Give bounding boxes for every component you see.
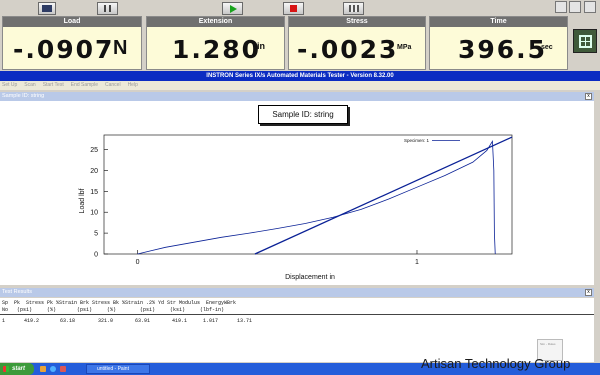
sample-panel-header: Sample ID: string x [0,92,594,101]
results-panel-header: Test Results x [0,288,594,297]
extension-readout-unit: in [257,41,265,51]
media-quicklaunch-icon[interactable] [60,366,66,372]
scale-tool-button[interactable] [38,2,56,15]
play-icon [229,4,237,13]
x-tick-label: 1 [415,259,419,266]
menu-cancel[interactable]: Cancel [105,81,121,90]
floating-popup-text: Sim - Rules [540,342,556,346]
stress-readout-title: Stress [289,17,425,27]
stress-readout-value: -.0023 [297,35,399,64]
load-displacement-chart: Load lbf Displacement in 0 5 10 15 20 25 0 1 Spe… [79,134,513,281]
instron-app-window: Load -.0907 N Extension 1.280 in Stress … [0,0,600,375]
results-divider [0,314,594,315]
stress-readout[interactable]: Stress -.0023 MPa [288,16,426,70]
cell-modulus: 1.017 [203,318,219,324]
y-axis-label: Load lbf [79,188,86,213]
help-icon-button[interactable] [555,1,567,13]
cell-strain-pk: 63.18 [60,318,76,324]
y-tick-label: 20 [90,168,98,175]
sample-panel-close-icon[interactable]: x [585,93,592,100]
y-tick-label: 10 [90,210,98,217]
settings-icon-button[interactable] [569,1,581,13]
table-row[interactable]: 1 419.2 63.18 321.0 63.91 419.1 1.017 13… [0,318,594,325]
time-readout-value: 396.5 [458,35,548,64]
time-readout[interactable]: Time 396.5 sec [429,16,568,70]
cell-specimen: 1 [2,318,6,324]
results-header-row-1: Sp Pk Stress Pk %Strain Brk Stress Bk %S… [2,300,237,306]
extension-readout[interactable]: Extension 1.280 in [146,16,285,70]
load-readout[interactable]: Load -.0907 N [2,16,142,70]
right-scroll-strip[interactable] [594,90,600,362]
load-readout-value: -.0907 [13,35,115,64]
load-readout-title: Load [3,17,141,27]
results-header-row-2: No (psi) (%) (psi) (%) (psi) (ksi) (lbf-… [2,307,225,313]
cell-yield: 419.1 [172,318,188,324]
return-icon [348,5,359,12]
series-line-modulus [254,136,513,255]
time-readout-unit: sec [541,44,553,51]
start-button[interactable]: start [0,363,34,375]
taskbar-app-label: untitled - Paint [97,366,129,372]
y-tick-label: 15 [90,189,98,196]
chart-pane: Sample ID: string Load lbf Displacement … [0,101,594,285]
browser-quicklaunch-icon[interactable] [50,366,56,372]
x-tick-label: 0 [136,259,140,266]
y-tick-label: 5 [94,231,98,238]
panel-toggle-button[interactable] [573,29,597,53]
y-tick-label: 0 [94,252,98,259]
extension-readout-title: Extension [147,17,284,27]
grid-panel-icon [579,35,592,48]
app-title-bar: INSTRON Series IX/s Automated Materials … [0,71,600,81]
start-test-button[interactable] [222,2,243,15]
results-panel-title: Test Results [2,289,32,295]
stop-test-button[interactable] [283,2,304,15]
menu-setup[interactable]: Set Up [2,81,17,90]
cell-energy: 13.71 [237,318,253,324]
results-panel-close-icon[interactable]: x [585,289,592,296]
taskbar-app-paint[interactable]: untitled - Paint [86,364,150,374]
windows-flag-icon [3,366,9,372]
menu-end-sample[interactable]: End Sample [71,81,98,90]
menu-bar: Set Up Scan Start Test End Sample Cancel… [0,81,600,90]
series-line-specimen [137,139,496,255]
watermark: Artisan Technology Group [421,356,571,371]
menu-start-test[interactable]: Start Test [43,81,64,90]
scale-icon [42,5,52,12]
y-tick-label: 25 [90,147,98,154]
stress-readout-unit: MPa [397,44,412,51]
cell-stress-brk: 321.0 [98,318,114,324]
explorer-quicklaunch-icon[interactable] [40,366,46,372]
load-readout-unit: N [113,37,128,59]
legend-entry: Specimen: 1 [404,138,430,143]
return-button[interactable] [343,2,364,15]
time-readout-title: Time [430,17,567,27]
plot-frame [103,134,513,255]
cell-strain-brk: 63.91 [135,318,151,324]
close-icon-button[interactable] [584,1,596,13]
extension-readout-value: 1.280 [172,35,262,64]
x-axis-label: Displacement in [285,274,335,281]
cell-stress-pk: 419.2 [24,318,40,324]
pause-test-button[interactable] [97,2,118,15]
sample-panel-title: Sample ID: string [2,93,45,99]
stop-icon [290,5,297,12]
pause-icon [104,5,111,12]
start-label: start [12,366,26,372]
results-table: Sp Pk Stress Pk %Strain Brk Stress Bk %S… [0,298,594,362]
menu-scan[interactable]: Scan [24,81,35,90]
menu-help[interactable]: Help [128,81,138,90]
